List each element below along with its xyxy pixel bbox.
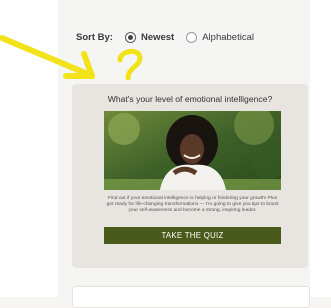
photo-illustration [104,111,281,190]
radio-selected-icon[interactable] [124,31,136,43]
sort-label: Sort By: [76,31,113,43]
sort-option-label: Alphabetical [202,31,254,43]
take-quiz-button[interactable]: TAKE THE QUIZ [104,227,281,244]
sort-option-newest[interactable]: Newest [124,31,175,43]
sort-option-label: Newest [140,31,175,43]
card-title: What's your level of emotional intellige… [107,94,273,104]
radio-unselected-icon[interactable] [186,31,198,43]
sort-option-alphabetical[interactable]: Alphabetical [186,31,254,43]
next-card-preview [72,286,310,308]
card-image[interactable] [104,111,281,190]
sort-bar: Sort By: Newest Alphabetical [76,30,266,44]
quiz-card: What's your level of emotional intellige… [72,84,308,268]
card-description: Find out if your emotional intelligence … [106,196,279,214]
